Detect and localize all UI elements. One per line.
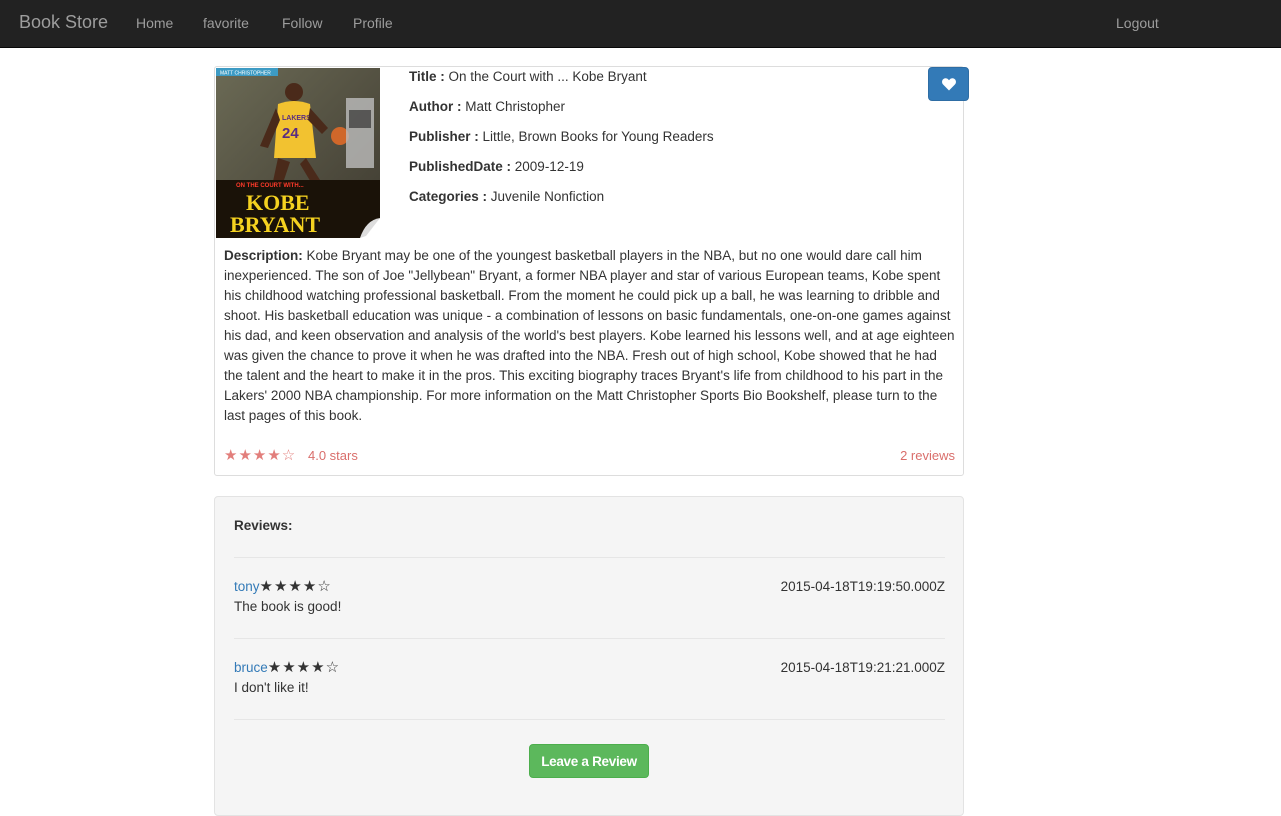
- publisher-value: Little, Brown Books for Young Readers: [482, 129, 714, 144]
- nav-favorite-link[interactable]: favorite: [203, 15, 249, 31]
- review-text: The book is good!: [234, 599, 342, 614]
- navbar: Book Store Home favorite Follow Profile …: [0, 0, 1281, 48]
- cover-jersey-number: 24: [282, 125, 299, 142]
- divider: [234, 557, 945, 558]
- brand-link[interactable]: Book Store: [19, 12, 108, 33]
- book-description: Description: Kobe Bryant may be one of t…: [224, 246, 959, 426]
- cover-title-line2: BRYANT: [230, 212, 320, 237]
- published-date-label: PublishedDate :: [409, 159, 512, 174]
- author-label: Author :: [409, 99, 462, 114]
- reviews-count-link[interactable]: 2 reviews: [900, 448, 955, 463]
- rating-row: ★★★★☆ 4.0 stars 2 reviews: [224, 446, 955, 466]
- review-stars: ★★★★☆: [259, 578, 332, 595]
- review-stars: ★★★★☆: [267, 659, 341, 676]
- book-publisher-field: Publisher : Little, Brown Books for Youn…: [409, 129, 714, 144]
- reviews-panel: Reviews: tony★★★★☆ 2015-04-18T19:19:50.0…: [214, 496, 964, 816]
- published-date-value: 2009-12-19: [514, 159, 584, 174]
- reviewer-link[interactable]: bruce: [234, 660, 268, 675]
- title-label: Title :: [409, 69, 445, 84]
- review-item: tony★★★★☆ 2015-04-18T19:19:50.000Z The b…: [234, 577, 945, 627]
- logout-link[interactable]: Logout: [1116, 15, 1159, 31]
- review-date: 2015-04-18T19:19:50.000Z: [780, 579, 945, 594]
- divider: [234, 719, 945, 720]
- book-detail-panel: MATT CHRISTOPHER LAKERS 24 ON THE COURT …: [214, 66, 969, 476]
- rating-stars: ★★★★☆: [224, 447, 297, 464]
- categories-value: Juvenile Nonfiction: [490, 189, 605, 204]
- cover-publisher-tag: MATT CHRISTOPHER: [220, 71, 271, 77]
- divider: [234, 638, 945, 639]
- heart-icon: [942, 78, 956, 91]
- description-label: Description:: [224, 248, 303, 263]
- favorite-button[interactable]: [928, 67, 969, 101]
- title-value: On the Court with ... Kobe Bryant: [448, 69, 647, 84]
- cover-subtitle: ON THE COURT WITH...: [236, 183, 304, 189]
- book-published-date-field: PublishedDate : 2009-12-19: [409, 159, 584, 174]
- leave-review-button[interactable]: Leave a Review: [529, 744, 649, 778]
- description-text: Kobe Bryant may be one of the youngest b…: [224, 248, 955, 423]
- nav-follow-link[interactable]: Follow: [282, 15, 322, 31]
- book-categories-field: Categories : Juvenile Nonfiction: [409, 189, 604, 204]
- cover-jersey-team: LAKERS: [282, 115, 311, 122]
- publisher-label: Publisher :: [409, 129, 479, 144]
- book-title-field: Title : On the Court with ... Kobe Bryan…: [409, 69, 647, 84]
- nav-home-link[interactable]: Home: [136, 15, 173, 31]
- reviewer-link[interactable]: tony: [234, 579, 260, 594]
- reviews-heading: Reviews:: [234, 518, 293, 533]
- book-author-field: Author : Matt Christopher: [409, 99, 565, 114]
- rating-text: 4.0 stars: [308, 448, 358, 463]
- review-date: 2015-04-18T19:21:21.000Z: [780, 660, 945, 675]
- categories-label: Categories :: [409, 189, 488, 204]
- author-value: Matt Christopher: [465, 99, 566, 114]
- review-item: bruce★★★★☆ 2015-04-18T19:21:21.000Z I do…: [234, 658, 945, 708]
- nav-profile-link[interactable]: Profile: [353, 15, 393, 31]
- book-cover-image: MATT CHRISTOPHER LAKERS 24 ON THE COURT …: [216, 68, 380, 238]
- review-text: I don't like it!: [234, 680, 309, 695]
